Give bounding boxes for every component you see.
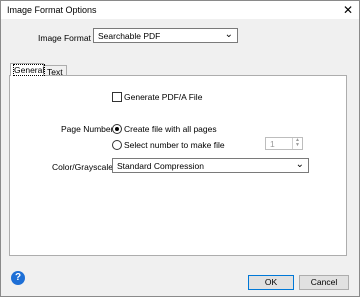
pdfa-label: Generate PDF/A File <box>124 92 203 102</box>
window-title: Image Format Options <box>7 5 97 15</box>
color-grayscale-dropdown[interactable]: Standard Compression ⌄ <box>112 158 309 173</box>
color-grayscale-label: Color/Grayscale : <box>52 162 118 172</box>
close-icon[interactable]: ✕ <box>343 2 353 18</box>
chevron-down-icon: ⌄ <box>224 29 233 40</box>
page-number-label: Page Number : <box>61 124 119 134</box>
select-number-radio[interactable] <box>112 140 122 150</box>
create-all-pages-radio[interactable] <box>112 124 122 134</box>
help-icon[interactable]: ? <box>11 271 25 285</box>
image-format-dropdown[interactable]: Searchable PDF ⌄ <box>93 28 238 43</box>
pdfa-checkbox[interactable] <box>112 92 122 102</box>
page-count-value: 1 <box>270 139 275 149</box>
image-format-value: Searchable PDF <box>98 31 161 41</box>
stepper-arrows-icon[interactable]: ▲ ▼ <box>292 138 302 149</box>
chevron-down-icon: ⌄ <box>295 159 304 170</box>
title-bar: Image Format Options ✕ <box>1 1 359 19</box>
select-number-label: Select number to make file <box>124 140 225 150</box>
tab-general[interactable]: General <box>10 63 46 76</box>
cancel-button[interactable]: Cancel <box>299 275 349 290</box>
image-format-label: Image Format : <box>38 33 96 43</box>
create-all-pages-label: Create file with all pages <box>124 124 217 134</box>
ok-button[interactable]: OK <box>248 275 294 290</box>
color-grayscale-value: Standard Compression <box>117 161 204 171</box>
image-format-options-dialog: Image Format Options ✕ Image Format : Se… <box>0 0 360 297</box>
tab-general-label: General <box>12 64 46 76</box>
page-count-stepper[interactable]: 1 ▲ ▼ <box>265 137 303 150</box>
